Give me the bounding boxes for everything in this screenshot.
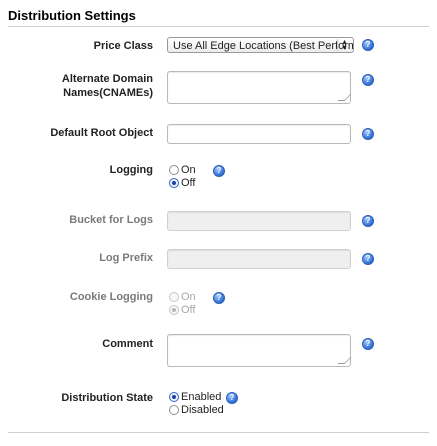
logging-label: Logging xyxy=(109,164,153,176)
cnames-label-line1: Alternate Domain xyxy=(61,73,153,85)
bottom-divider xyxy=(8,432,429,433)
state-enabled-option[interactable]: Enabled xyxy=(169,391,221,404)
resize-grip-icon[interactable] xyxy=(337,94,352,101)
help-icon[interactable]: ? xyxy=(226,392,238,404)
state-enabled-text: Enabled xyxy=(181,391,222,403)
section-divider xyxy=(8,26,429,27)
logging-off-option[interactable]: Off xyxy=(169,177,195,190)
cookie-logging-off-radio xyxy=(169,305,179,315)
help-icon[interactable]: ? xyxy=(362,74,374,86)
comment-textarea[interactable] xyxy=(167,334,352,367)
log-prefix-label: Log Prefix xyxy=(99,252,153,264)
help-icon[interactable]: ? xyxy=(213,165,225,177)
price-class-select[interactable]: Use All Edge Locations (Best Perform ▴ ▾ xyxy=(167,37,354,53)
comment-label: Comment xyxy=(102,338,153,350)
distribution-settings-panel: Distribution Settings Price Class Use Al… xyxy=(0,0,437,446)
help-icon[interactable]: ? xyxy=(362,128,374,140)
state-enabled-radio[interactable] xyxy=(169,392,179,402)
distribution-state-label: Distribution State xyxy=(61,392,153,404)
cookie-logging-on-text: On xyxy=(181,291,196,303)
bucket-label: Bucket for Logs xyxy=(69,214,153,226)
state-disabled-option[interactable]: Disabled xyxy=(169,404,224,417)
cookie-logging-label: Cookie Logging xyxy=(69,291,153,303)
root-object-input[interactable] xyxy=(167,124,351,144)
root-object-label: Default Root Object xyxy=(50,127,153,139)
resize-grip-icon[interactable] xyxy=(337,357,352,364)
section-title: Distribution Settings xyxy=(8,8,136,23)
cookie-logging-on-radio xyxy=(169,292,179,302)
help-icon[interactable]: ? xyxy=(362,215,374,227)
state-disabled-text: Disabled xyxy=(181,404,224,416)
help-icon[interactable]: ? xyxy=(362,338,374,350)
cnames-label-line2: Names(CNAMEs) xyxy=(63,87,153,99)
log-prefix-input xyxy=(167,249,351,269)
bucket-input xyxy=(167,211,351,231)
logging-on-radio[interactable] xyxy=(169,165,179,175)
price-class-value: Use All Edge Locations (Best Perform xyxy=(173,40,354,52)
logging-off-text: Off xyxy=(181,177,196,189)
help-icon[interactable]: ? xyxy=(362,253,374,265)
help-icon[interactable]: ? xyxy=(213,292,225,304)
cookie-logging-on-option: On xyxy=(169,291,196,304)
cookie-logging-off-option: Off xyxy=(169,304,195,317)
logging-on-text: On xyxy=(181,164,196,176)
help-icon[interactable]: ? xyxy=(362,39,374,51)
state-disabled-radio[interactable] xyxy=(169,405,179,415)
cookie-logging-off-text: Off xyxy=(181,304,196,316)
price-class-label: Price Class xyxy=(93,40,153,52)
logging-off-radio[interactable] xyxy=(169,178,179,188)
select-arrows-icon: ▴ ▾ xyxy=(337,38,351,52)
cnames-textarea[interactable] xyxy=(167,71,352,104)
cnames-label: Alternate Domain Names(CNAMEs) xyxy=(3,72,153,100)
logging-on-option[interactable]: On xyxy=(169,164,196,177)
